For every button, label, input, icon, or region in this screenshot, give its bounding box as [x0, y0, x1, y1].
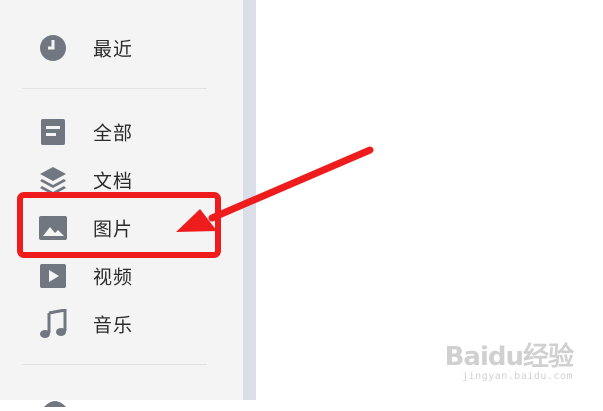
watermark-brand: Baidu经验 [444, 342, 574, 372]
watermark: Baidu经验 jingyan.baidu.com [444, 336, 574, 382]
watermark-url: jingyan.baidu.com [462, 371, 573, 382]
